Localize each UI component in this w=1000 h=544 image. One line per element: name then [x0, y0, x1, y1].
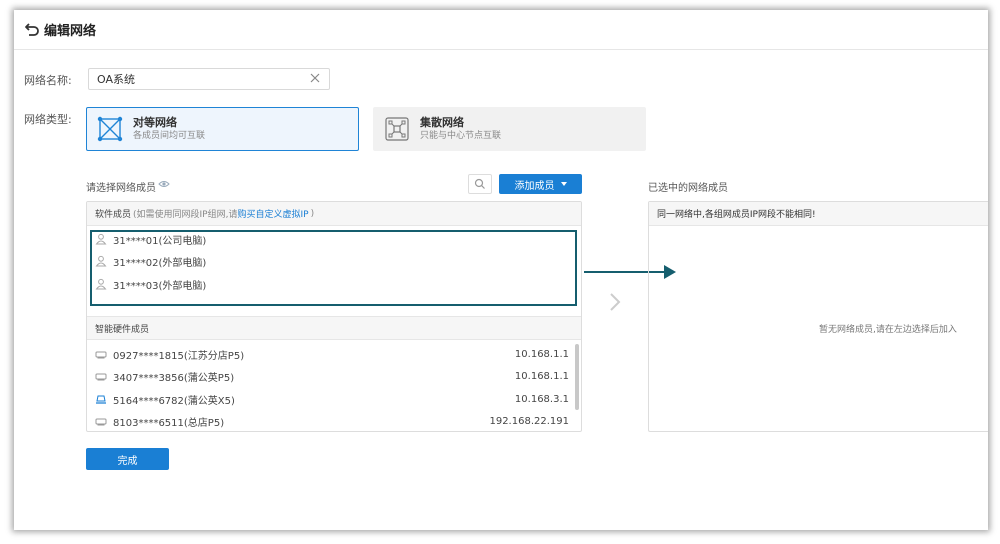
network-type-desc: 各成员间均可互联 [133, 131, 206, 141]
software-member-name: 31****01(公司电脑) [113, 235, 207, 247]
software-hint-end: ) [310, 208, 315, 219]
hub-network-icon [385, 117, 409, 141]
add-member-button[interactable]: 添加成员 [499, 174, 582, 194]
user-icon [95, 278, 107, 290]
network-type-label: 网络类型: [24, 113, 72, 126]
software-members-title: 软件成员 [95, 210, 132, 220]
selected-members-header: 同一网络中,各组网成员IP网段不能相同! [649, 202, 988, 226]
empty-state-text: 暂无网络成员,请在左边选择后加入 [819, 325, 957, 335]
page-title: 编辑网络 [44, 24, 97, 39]
hardware-member-row[interactable]: 3407****3856(蒲公英P5) 10.168.1.1 [95, 365, 569, 387]
selected-members-label: 已选中的网络成员 [648, 183, 728, 194]
software-members-header: 软件成员 (如需使用同网段IP组网,请 购买自定义虚拟IP ) [87, 202, 581, 226]
hardware-member-ip: 10.168.3.1 [514, 393, 569, 405]
edit-network-window: 编辑网络 网络名称: OA系统 网络类型: 对等网络 各成员间均可互联 集散网络… [14, 10, 988, 530]
scrollbar[interactable] [575, 344, 579, 410]
network-type-hub[interactable]: 集散网络 只能与中心节点互联 [373, 107, 646, 151]
software-member-row[interactable]: 31****03(外部电脑) [95, 273, 206, 295]
hardware-member-ip: 192.168.22.191 [489, 415, 569, 427]
chevron-right-icon[interactable] [609, 292, 621, 312]
hardware-member-name: 0927****1815(江苏分店P5) [113, 350, 245, 362]
software-hint: (如需使用同网段IP组网,请 [133, 210, 238, 220]
eye-icon[interactable] [158, 179, 170, 189]
clear-icon[interactable] [309, 72, 321, 84]
member-list-panel: 软件成员 (如需使用同网段IP组网,请 购买自定义虚拟IP ) 31****01… [86, 201, 582, 432]
hardware-members-header: 智能硬件成员 [87, 316, 581, 340]
hardware-member-row[interactable]: 8103****6511(总店P5) 192.168.22.191 [95, 410, 569, 431]
hardware-member-row[interactable]: 0927****1815(江苏分店P5) 10.168.1.1 [95, 343, 569, 365]
hardware-member-ip: 10.168.1.1 [514, 370, 569, 382]
peer-network-icon [97, 116, 123, 142]
software-member-row[interactable]: 31****01(公司电脑) [95, 228, 206, 250]
search-icon [474, 178, 485, 189]
add-member-label: 添加成员 [514, 180, 555, 192]
network-name-value: OA系统 [97, 73, 135, 86]
undo-arrow-icon[interactable] [24, 22, 40, 38]
network-type-desc: 只能与中心节点互联 [420, 131, 502, 141]
network-name-input[interactable]: OA系统 [88, 68, 330, 90]
done-button[interactable]: 完成 [86, 448, 169, 470]
router-icon [95, 373, 107, 381]
selected-members-panel: 同一网络中,各组网成员IP网段不能相同! 暂无网络成员,请在左边选择后加入 [648, 201, 988, 432]
buy-virtual-ip-link[interactable]: 购买自定义虚拟IP [237, 207, 308, 220]
select-members-label: 请选择网络成员 [86, 183, 156, 194]
search-button[interactable] [468, 174, 492, 194]
user-icon [95, 233, 107, 245]
hardware-member-name: 3407****3856(蒲公英P5) [113, 372, 235, 384]
software-member-row[interactable]: 31****02(外部电脑) [95, 250, 206, 272]
network-name-label: 网络名称: [24, 74, 72, 87]
router-icon [95, 418, 107, 426]
network-type-title: 对等网络 [133, 116, 177, 129]
caret-down-icon [560, 182, 567, 186]
hardware-member-name: 5164****6782(蒲公英X5) [113, 395, 235, 407]
done-button-label: 完成 [117, 455, 138, 467]
software-member-name: 31****02(外部电脑) [113, 257, 207, 269]
software-member-name: 31****03(外部电脑) [113, 280, 207, 292]
hardware-member-name: 8103****6511(总店P5) [113, 417, 225, 429]
selected-members-notice: 同一网络中,各组网成员IP网段不能相同! [657, 210, 816, 220]
hardware-members-title: 智能硬件成员 [95, 324, 150, 335]
router-icon [96, 395, 106, 404]
user-icon [95, 255, 107, 267]
hardware-member-ip: 10.168.1.1 [514, 348, 569, 360]
network-type-title: 集散网络 [420, 116, 464, 129]
page-header: 编辑网络 [14, 10, 988, 50]
network-type-peer[interactable]: 对等网络 各成员间均可互联 [86, 107, 359, 151]
hardware-member-row[interactable]: 5164****6782(蒲公英X5) 10.168.3.1 [95, 388, 569, 410]
router-icon [95, 351, 107, 359]
